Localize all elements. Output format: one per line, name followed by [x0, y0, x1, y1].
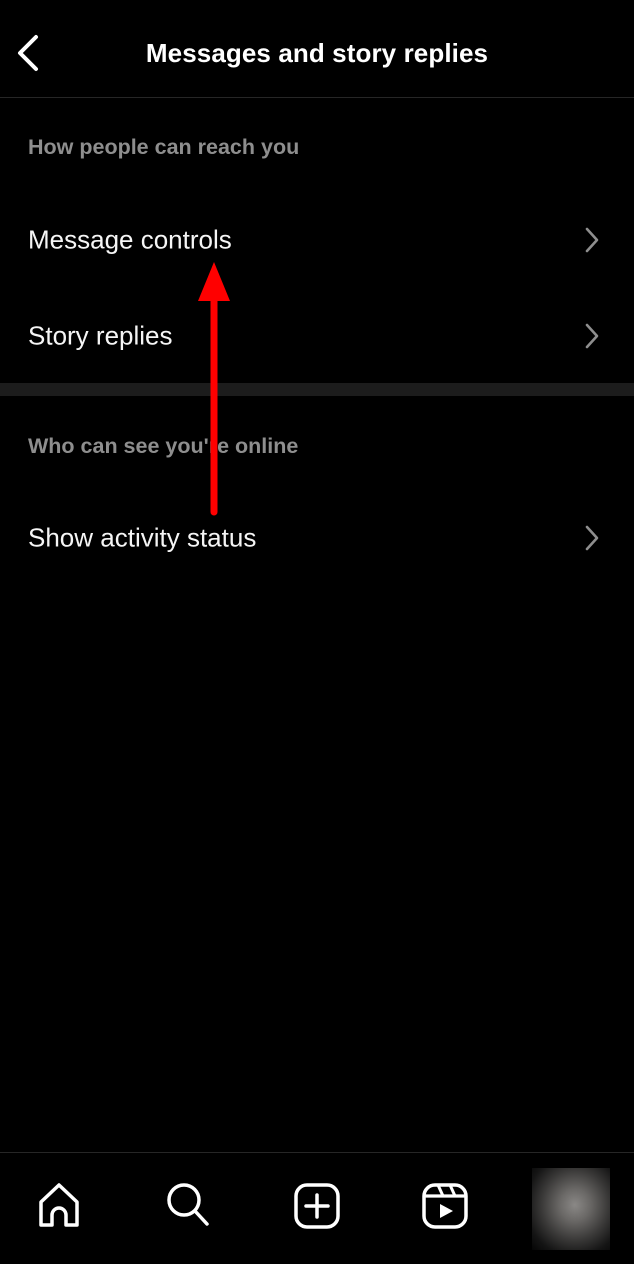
- chevron-right-icon: [585, 227, 599, 253]
- reels-icon: [422, 1183, 468, 1229]
- row-label: Show activity status: [28, 522, 257, 553]
- show-activity-status-row[interactable]: Show activity status: [0, 498, 634, 578]
- nav-reels[interactable]: [415, 1175, 475, 1235]
- header: Messages and story replies: [0, 0, 634, 98]
- plus-square-icon: [294, 1183, 340, 1229]
- chevron-right-icon: [585, 323, 599, 349]
- section-label-reach: How people can reach you: [28, 135, 300, 159]
- message-controls-row[interactable]: Message controls: [0, 200, 634, 280]
- story-replies-row[interactable]: Story replies: [0, 296, 634, 376]
- nav-create[interactable]: [287, 1175, 347, 1235]
- screen: Messages and story replies How people ca…: [0, 0, 634, 1264]
- section-divider: [0, 383, 634, 396]
- nav-home[interactable]: [29, 1175, 89, 1235]
- nav-profile-avatar[interactable]: [532, 1168, 610, 1250]
- page-title: Messages and story replies: [145, 38, 489, 68]
- annotation-arrow: [198, 262, 230, 516]
- chevron-right-icon: [585, 525, 599, 551]
- section-label-online: Who can see you're online: [28, 434, 299, 458]
- home-icon: [39, 1183, 79, 1227]
- nav-search[interactable]: [158, 1175, 218, 1235]
- row-label: Story replies: [28, 320, 173, 351]
- search-icon: [167, 1183, 209, 1226]
- row-label: Message controls: [28, 224, 232, 255]
- bottom-nav: [0, 1152, 634, 1264]
